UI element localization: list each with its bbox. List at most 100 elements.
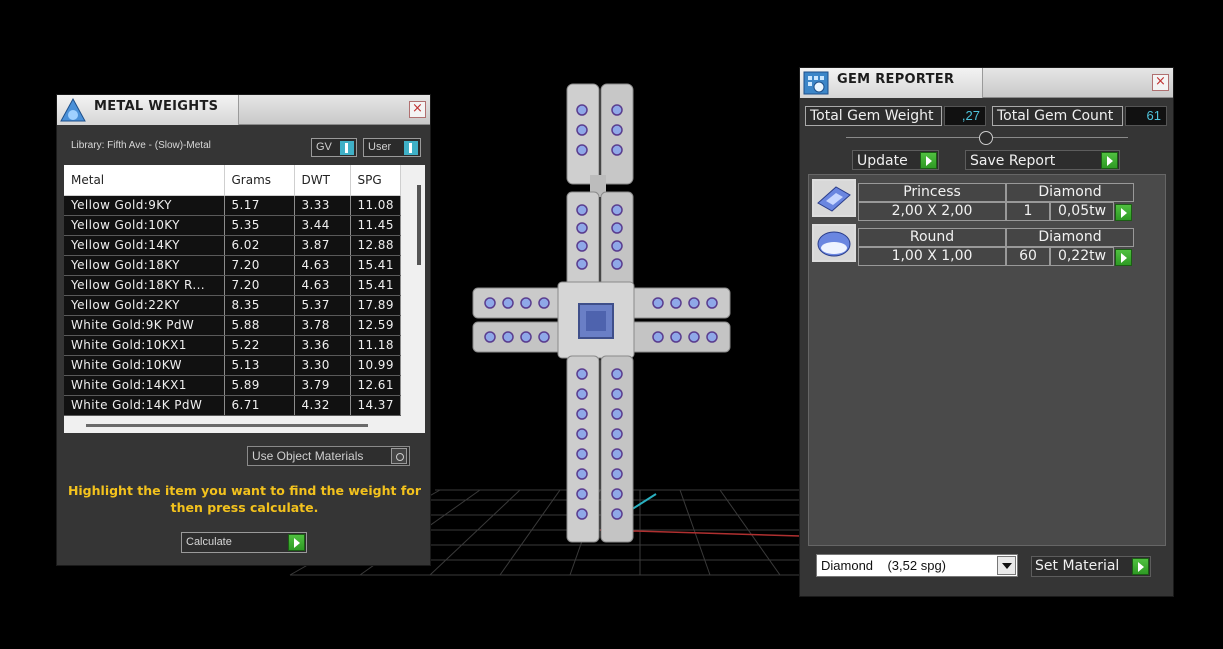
cell-metal: White Gold:14K PdW — [64, 395, 225, 416]
library-label: Library: Fifth Ave - (Slow)-Metal — [71, 140, 211, 151]
gem-list[interactable]: Princess Diamond 2,00 X 2,00 1 0,05tw Ro… — [808, 174, 1166, 546]
table-row[interactable]: White Gold:10KX1 5.22 3.36 11.18 — [64, 335, 401, 356]
set-material-label: Set Material — [1035, 558, 1120, 574]
metal-weights-app-icon — [60, 97, 86, 122]
cell-dwt: 3.33 — [294, 195, 351, 216]
cell-grams: 5.89 — [224, 375, 295, 396]
table-horizontal-scrollbar[interactable] — [86, 424, 368, 427]
cell-dwt: 3.78 — [294, 315, 351, 336]
toggle-on-icon — [340, 141, 354, 155]
play-arrow-icon — [288, 534, 305, 551]
chevron-down-icon[interactable] — [997, 556, 1016, 575]
cell-metal: Yellow Gold:22KY — [64, 295, 225, 316]
cell-metal: Yellow Gold:10KY — [64, 215, 225, 236]
use-object-materials-label: Use Object Materials — [252, 449, 364, 463]
cell-dwt: 3.30 — [294, 355, 351, 376]
cell-dwt: 3.36 — [294, 335, 351, 356]
gem-row-princess[interactable]: Princess Diamond 2,00 X 2,00 1 0,05tw — [812, 177, 1134, 221]
toggle-on-icon — [404, 141, 418, 155]
play-arrow-icon[interactable] — [1115, 249, 1132, 266]
princess-gem-icon — [812, 179, 856, 217]
table-row[interactable]: White Gold:14KX1 5.89 3.79 12.61 — [64, 375, 401, 396]
gem-reporter-titlebar[interactable]: GEM REPORTER × — [800, 68, 1173, 98]
cell-grams: 5.17 — [224, 195, 295, 216]
cell-metal: White Gold:10KX1 — [64, 335, 225, 356]
cell-spg: 17.89 — [350, 295, 401, 316]
calculate-button[interactable]: Calculate — [181, 532, 307, 553]
use-object-materials-toggle[interactable]: Use Object Materials — [247, 446, 410, 466]
cell-dwt: 3.44 — [294, 215, 351, 236]
metal-weights-titlebar[interactable]: METAL WEIGHTS × — [57, 95, 430, 125]
total-gem-count-label: Total Gem Count — [992, 106, 1123, 126]
cell-grams: 6.71 — [224, 395, 295, 416]
table-row[interactable]: White Gold:9K PdW 5.88 3.78 12.59 — [64, 315, 401, 336]
set-material-button[interactable]: Set Material — [1031, 556, 1151, 577]
gem-size: 2,00 X 2,00 — [858, 202, 1006, 221]
slider-handle[interactable] — [979, 131, 993, 145]
close-icon[interactable]: × — [1152, 74, 1169, 91]
cell-dwt: 3.87 — [294, 235, 351, 256]
user-toggle-label: User — [368, 141, 392, 153]
gem-reporter-panel: GEM REPORTER × Total Gem Weight ,27 Tota… — [799, 67, 1174, 597]
table-row[interactable]: Yellow Gold:22KY 8.35 5.37 17.89 — [64, 295, 401, 316]
cell-dwt: 4.32 — [294, 395, 351, 416]
update-button[interactable]: Update — [852, 150, 939, 170]
gem-weight: 0,22tw — [1050, 247, 1114, 266]
cell-metal: White Gold:14KX1 — [64, 375, 225, 396]
cell-dwt: 5.37 — [294, 295, 351, 316]
cell-dwt: 4.63 — [294, 275, 351, 296]
save-report-button[interactable]: Save Report — [965, 150, 1120, 170]
total-gem-count-value: 61 — [1125, 106, 1167, 126]
column-header-dwt[interactable]: DWT — [294, 165, 351, 196]
metal-table[interactable]: Metal Grams DWT SPG Yellow Gold:9KY 5.17… — [64, 165, 425, 433]
table-row[interactable]: Yellow Gold:9KY 5.17 3.33 11.08 — [64, 195, 401, 216]
table-row[interactable]: Yellow Gold:10KY 5.35 3.44 11.45 — [64, 215, 401, 236]
cell-dwt: 3.79 — [294, 375, 351, 396]
column-header-spg[interactable]: SPG — [350, 165, 401, 196]
cell-grams: 5.35 — [224, 215, 295, 236]
gem-row-round[interactable]: Round Diamond 1,00 X 1,00 60 0,22tw — [812, 222, 1134, 266]
cell-spg: 11.08 — [350, 195, 401, 216]
column-header-metal[interactable]: Metal — [64, 165, 225, 196]
cell-grams: 7.20 — [224, 275, 295, 296]
column-header-grams[interactable]: Grams — [224, 165, 295, 196]
cell-spg: 12.61 — [350, 375, 401, 396]
gem-count: 1 — [1006, 202, 1050, 221]
close-icon[interactable]: × — [409, 101, 426, 118]
material-select-value: Diamond (3,52 spg) — [821, 558, 947, 573]
instruction-text: Highlight the item you want to find the … — [67, 483, 422, 515]
table-row[interactable]: Yellow Gold:14KY 6.02 3.87 12.88 — [64, 235, 401, 256]
cell-metal: Yellow Gold:18KY R... — [64, 275, 225, 296]
table-header-row: Metal Grams DWT SPG — [64, 165, 401, 196]
table-row[interactable]: Yellow Gold:18KY 7.20 4.63 15.41 — [64, 255, 401, 276]
gem-material: Diamond — [1006, 183, 1134, 202]
table-row[interactable]: White Gold:14K PdW 6.71 4.32 14.37 — [64, 395, 401, 416]
cell-metal: Yellow Gold:9KY — [64, 195, 225, 216]
cell-grams: 7.20 — [224, 255, 295, 276]
cell-spg: 15.41 — [350, 275, 401, 296]
cell-spg: 14.37 — [350, 395, 401, 416]
gem-weight: 0,05tw — [1050, 202, 1114, 221]
material-select[interactable]: Diamond (3,52 spg) — [816, 554, 1018, 577]
metal-weights-title: METAL WEIGHTS — [94, 99, 219, 114]
cross-pendant-model[interactable] — [472, 83, 731, 543]
cell-grams: 6.02 — [224, 235, 295, 256]
play-arrow-icon — [920, 152, 937, 169]
cell-spg: 11.18 — [350, 335, 401, 356]
round-gem-icon — [812, 224, 856, 262]
user-toggle[interactable]: User — [363, 138, 421, 157]
total-gem-weight-label: Total Gem Weight — [805, 106, 942, 126]
update-label: Update — [857, 153, 908, 169]
cell-spg: 15.41 — [350, 255, 401, 276]
table-row[interactable]: White Gold:10KW 5.13 3.30 10.99 — [64, 355, 401, 376]
cell-metal: Yellow Gold:18KY — [64, 255, 225, 276]
gem-count: 60 — [1006, 247, 1050, 266]
table-row[interactable]: Yellow Gold:18KY R... 7.20 4.63 15.41 — [64, 275, 401, 296]
cell-spg: 11.45 — [350, 215, 401, 236]
cell-spg: 12.59 — [350, 315, 401, 336]
table-vertical-scrollbar[interactable] — [417, 185, 421, 265]
play-arrow-icon[interactable] — [1115, 204, 1132, 221]
metal-weights-panel: METAL WEIGHTS × Library: Fifth Ave - (Sl… — [56, 94, 431, 566]
gv-toggle[interactable]: GV — [311, 138, 357, 157]
calculate-label: Calculate — [186, 536, 232, 548]
